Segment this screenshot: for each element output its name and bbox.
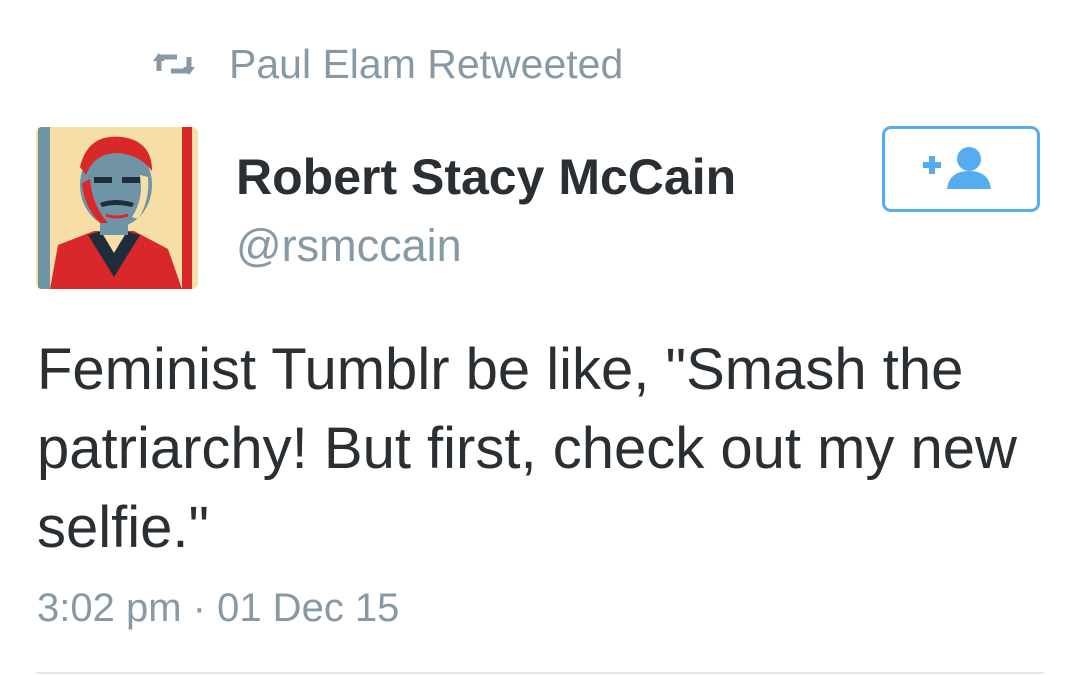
- retweet-icon: [153, 49, 195, 79]
- add-user-icon: [921, 143, 1001, 196]
- divider: [36, 672, 1044, 674]
- retweet-context: Paul Elam Retweeted: [153, 40, 623, 88]
- retweet-label[interactable]: Paul Elam Retweeted: [229, 41, 623, 88]
- avatar[interactable]: [36, 127, 198, 289]
- follow-button[interactable]: [882, 126, 1040, 212]
- tweet-text: Feminist Tumblr be like, "Smash the patr…: [37, 337, 1017, 560]
- author-display-name[interactable]: Robert Stacy McCain: [236, 148, 736, 206]
- author-handle[interactable]: @rsmccain: [236, 220, 462, 272]
- tweet-timestamp[interactable]: 3:02 pm · 01 Dec 15: [37, 586, 399, 631]
